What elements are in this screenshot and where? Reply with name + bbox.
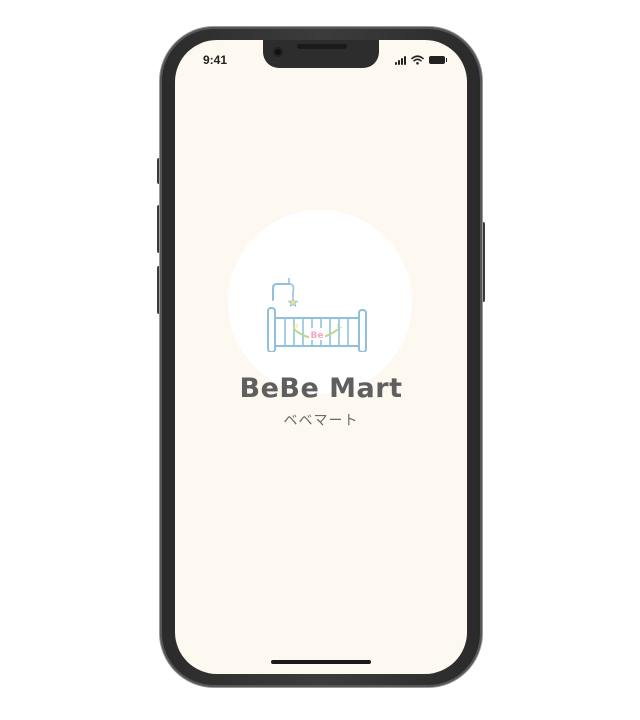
battery-icon <box>429 56 447 64</box>
signal-icon <box>395 55 406 65</box>
logo-side-char-right: ト <box>335 323 343 332</box>
status-icons <box>395 55 447 65</box>
logo-side-char-left: マ <box>291 323 299 332</box>
home-indicator[interactable] <box>271 660 371 664</box>
notch <box>263 40 379 68</box>
device-mockup: 9:41 Be マ ト BeBe Mart ベベマート <box>0 0 640 720</box>
brand-name: BeBe Mart <box>239 373 403 404</box>
logo-badge-text: Be <box>311 331 324 341</box>
earpiece-speaker <box>297 44 347 49</box>
splash-screen: 9:41 Be マ ト BeBe Mart ベベマート <box>175 40 467 674</box>
baby-crib-icon: Be マ ト <box>267 278 367 352</box>
front-camera <box>273 47 283 57</box>
wifi-icon <box>411 55 424 65</box>
status-time: 9:41 <box>203 53 228 67</box>
brand-kana: ベベマート <box>283 413 359 429</box>
